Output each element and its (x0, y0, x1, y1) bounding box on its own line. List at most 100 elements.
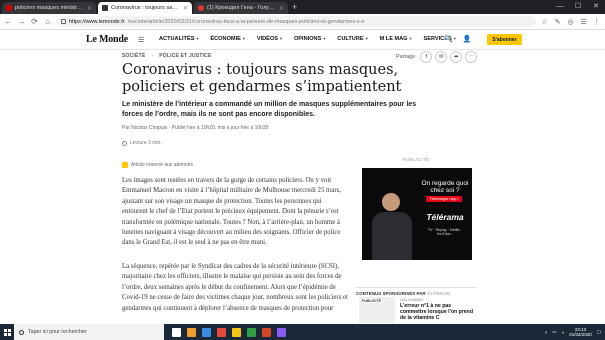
telerama-ad[interactable]: On regarde quoi chez soi ? Télécharger l… (362, 168, 472, 260)
ad-headline: On regarde quoi chez soi ? (421, 180, 469, 194)
home-icon[interactable]: ⌂ (43, 17, 52, 26)
tab-title: (1) Крокодил Гена - Голубо... (207, 5, 276, 11)
nav-label: CULTURE (337, 36, 364, 42)
nav-item-videos[interactable]: VIDÉOS▼ (257, 36, 283, 42)
taskbar-app-icon[interactable] (187, 327, 196, 337)
email-icon[interactable]: ✉ (435, 51, 448, 63)
sponsored-title: CONTENUS SPONSORISÉS PAR (356, 291, 426, 296)
taskbar-clock[interactable]: 23:13 01/04/2020 (569, 327, 592, 338)
nav-item-m-le-mag[interactable]: M LE MAG▼ (380, 36, 413, 42)
browser-menu-icon[interactable]: ⋮ (592, 18, 601, 26)
system-tray: ˄ ▭ ◖ 23:13 01/04/2020 ▢ (545, 324, 601, 340)
breadcrumb: SOCIÉTÉ › POLICE ET JUSTICE (122, 53, 212, 59)
breadcrumb-section[interactable]: SOCIÉTÉ (122, 53, 145, 59)
notifications-icon[interactable]: ▢ (597, 329, 601, 335)
clock-date: 01/04/2020 (569, 332, 592, 337)
close-tab-icon[interactable]: ✕ (279, 5, 284, 12)
ad-person-body (372, 212, 412, 260)
search-icon (19, 329, 24, 335)
reload-icon[interactable]: ⟳ (30, 17, 39, 26)
ad-subtext: TV · Replay · Netflix · YouTube... (427, 228, 463, 236)
extension-circle-icon[interactable]: ◎ (566, 18, 575, 26)
close-tab-icon[interactable]: ✕ (87, 5, 92, 12)
sponsored-title-link[interactable]: L'erreur n°1 à ne pas commettre lorsque … (400, 303, 476, 322)
subscriber-label: Article réservé aux abonnés (131, 162, 193, 168)
more-icon[interactable]: ⋯ (465, 51, 478, 63)
taskbar-app-icon[interactable] (232, 327, 241, 337)
browser-tab-3[interactable]: (1) Крокодил Гена - Голубо... ✕ (194, 2, 288, 14)
nav-item-actualites[interactable]: ACTUALITÉS▼ (159, 36, 199, 42)
breadcrumb-subsection[interactable]: POLICE ET JUSTICE (159, 53, 211, 59)
bookmark-star-icon[interactable]: ☆ (540, 18, 549, 26)
nav-item-opinions[interactable]: OPINIONS▼ (294, 36, 326, 42)
lock-icon (61, 19, 66, 24)
facebook-icon[interactable]: f (420, 51, 433, 63)
extension-pen-icon[interactable]: ✎ (553, 18, 562, 26)
nav-label: ACTUALITÉS (159, 36, 195, 42)
nav-label: ÉCONOMIE (210, 36, 241, 42)
article-paragraph: Les images sont restées en travers de la… (122, 177, 341, 247)
taskbar-app-icon[interactable] (217, 327, 226, 337)
windows-logo-icon (3, 328, 11, 336)
share-arrow-icon[interactable]: ➦ (450, 51, 463, 63)
chevron-down-icon: ▼ (241, 36, 246, 41)
chevron-down-icon: ▼ (322, 36, 327, 41)
subscriber-badge: Article réservé aux abonnés (122, 162, 193, 168)
article-paragraph: La séquence, repérée par le Syndicat des… (122, 263, 348, 312)
close-tab-icon[interactable]: ✕ (183, 5, 188, 12)
taskbar-app-icon[interactable] (247, 327, 256, 337)
url-host: https://www.lemonde.fr (69, 18, 125, 25)
nav-item-economie[interactable]: ÉCONOMIE▼ (210, 36, 245, 42)
video-favicon-icon (198, 5, 204, 11)
address-bar[interactable]: https://www.lemonde.fr/societe/article/2… (56, 16, 536, 27)
chevron-down-icon: ▼ (364, 36, 369, 41)
sponsored-thumb-label: PUBLICITÉ (361, 299, 382, 303)
site-header: Le Monde ☰ ACTUALITÉS▼ ÉCONOMIE▼ VIDÉOS▼… (0, 30, 605, 50)
volume-icon[interactable]: ◖ (561, 330, 564, 335)
extension-list-icon[interactable]: ☰ (579, 18, 588, 26)
outbrain-label[interactable]: OUTBRAIN (427, 291, 450, 296)
forward-arrow-icon[interactable]: → (17, 17, 26, 26)
window-controls: — ☐ ✕ (551, 0, 605, 14)
browser-toolbar: ← → ⟳ ⌂ https://www.lemonde.fr/societe/a… (0, 14, 605, 30)
taskbar: Taper ici pour rechercher ˄ ▭ ◖ 23:13 01… (0, 324, 605, 340)
ad-label: PUBLICITÉ (402, 157, 430, 162)
new-tab-button[interactable]: + (292, 2, 297, 14)
sponsored-thumbnail[interactable]: PUBLICITÉ (359, 297, 395, 323)
tray-up-icon[interactable]: ˄ (545, 330, 548, 335)
back-arrow-icon[interactable]: ← (4, 17, 13, 26)
taskbar-app-icon[interactable] (277, 327, 286, 337)
minimize-button[interactable]: — (551, 0, 569, 14)
search-icon[interactable]: 🔍 (444, 35, 453, 43)
start-button[interactable] (0, 324, 14, 340)
article-byline: Par Nicolas Chapuis · Publié hier à 10h2… (122, 125, 269, 131)
taskbar-app-icon[interactable] (202, 327, 211, 337)
account-icon[interactable]: 👤 (463, 35, 472, 43)
network-icon[interactable]: ▭ (552, 329, 556, 335)
tab-title: policiers masques ministre - Re (15, 5, 84, 11)
tab-title: Coronavirus : toujours sans mas (111, 5, 180, 11)
taskbar-app-icon[interactable] (262, 327, 271, 337)
article-lead: Le ministère de l’intérieur a commandé u… (122, 101, 417, 118)
nav-item-culture[interactable]: CULTURE▼ (337, 36, 368, 42)
sponsored-item[interactable]: PUBLICITÉ GALLIMARD L'erreur n°1 à ne pa… (359, 297, 477, 323)
taskbar-search[interactable]: Taper ici pour rechercher (14, 324, 164, 340)
ad-download-button[interactable]: Télécharger l'app ! (426, 196, 462, 202)
subscriber-icon (122, 162, 128, 168)
reading-time: Lecture 3 min. (122, 140, 162, 146)
taskbar-search-placeholder: Taper ici pour rechercher (28, 329, 87, 335)
subscribe-button[interactable]: S'abonner (487, 34, 522, 45)
ad-brand: Télérama (426, 212, 464, 222)
browser-tab-1[interactable]: policiers masques ministre - Re ✕ (2, 2, 96, 14)
chevron-down-icon: ▼ (195, 36, 200, 41)
close-window-button[interactable]: ✕ (587, 0, 605, 14)
maximize-button[interactable]: ☐ (569, 0, 587, 14)
browser-tab-2[interactable]: Coronavirus : toujours sans mas ✕ (98, 2, 192, 14)
nav-label: OPINIONS (293, 36, 322, 42)
taskbar-apps (172, 327, 286, 337)
site-logo[interactable]: Le Monde (86, 34, 128, 45)
taskbar-app-icon[interactable] (172, 327, 181, 337)
menu-grid-icon[interactable]: ☰ (138, 36, 144, 44)
sponsored-header: CONTENUS SPONSORISÉS PAR OUTBRAIN (356, 287, 476, 296)
ad-person-head (382, 193, 400, 211)
